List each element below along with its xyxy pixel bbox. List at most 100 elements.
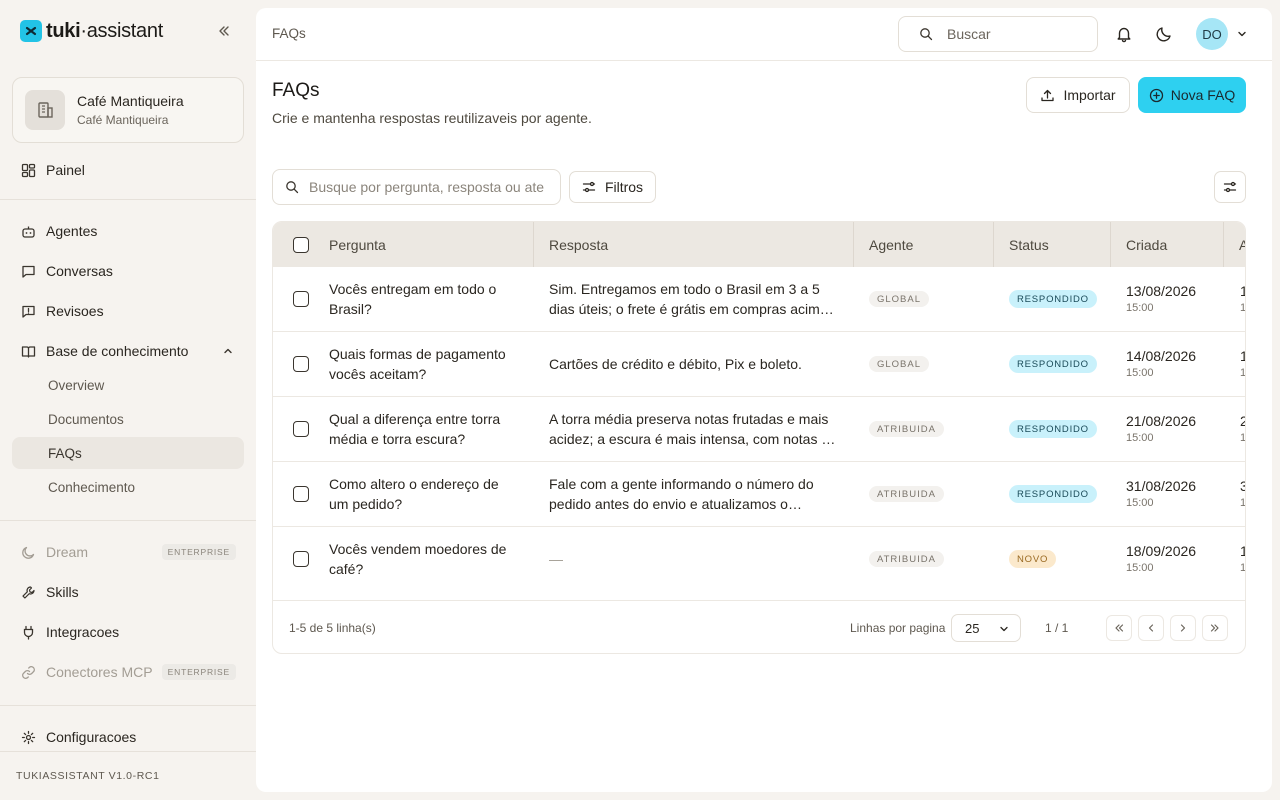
header-status[interactable]: Status bbox=[993, 222, 1110, 267]
settings-sliders-icon bbox=[1223, 180, 1237, 194]
sidebar: tuki·assistant Café Mantiqueira Café Man… bbox=[0, 0, 256, 800]
status-badge: RESPONDIDO bbox=[1009, 355, 1097, 373]
filters-button[interactable]: Filtros bbox=[569, 171, 656, 203]
status-badge: RESPONDIDO bbox=[1009, 290, 1097, 308]
rows-per-page-value: 25 bbox=[965, 620, 980, 636]
nav-sub-conhecimento[interactable]: Conhecimento bbox=[12, 471, 244, 503]
row-checkbox[interactable] bbox=[293, 551, 309, 567]
chevron-down-icon[interactable] bbox=[1230, 22, 1254, 46]
nav-dream[interactable]: Dream ENTERPRISE bbox=[12, 536, 244, 568]
clipped-cell-sub: 1 bbox=[1240, 497, 1246, 509]
answer-text: A torra média preserva notas frutadas e … bbox=[549, 411, 837, 447]
next-page-button[interactable] bbox=[1170, 615, 1196, 641]
gear-icon bbox=[20, 729, 36, 745]
table-row[interactable]: Vocês entregam em todo o Brasil? Sim. En… bbox=[273, 267, 1246, 332]
status-badge: RESPONDIDO bbox=[1009, 420, 1097, 438]
faq-search-input[interactable]: Busque por pergunta, resposta ou ate bbox=[272, 169, 561, 205]
header-pergunta[interactable]: Pergunta bbox=[313, 222, 533, 267]
brand-logo[interactable]: tuki·assistant bbox=[20, 18, 163, 44]
header-criada[interactable]: Criada bbox=[1110, 222, 1223, 267]
nav-agentes[interactable]: Agentes bbox=[12, 215, 244, 247]
global-search-placeholder: Buscar bbox=[947, 26, 991, 42]
nav-painel-label: Painel bbox=[46, 162, 85, 178]
filters-label: Filtros bbox=[604, 179, 644, 195]
building-icon bbox=[25, 90, 65, 130]
nav-integracoes[interactable]: Integracoes bbox=[12, 616, 244, 648]
clipped-cell: 1 bbox=[1240, 543, 1245, 559]
collapse-sidebar-icon[interactable] bbox=[214, 21, 234, 41]
agent-badge: GLOBAL bbox=[869, 356, 930, 372]
new-faq-label: Nova FAQ bbox=[1170, 87, 1236, 103]
chat-icon bbox=[20, 263, 36, 279]
breadcrumb[interactable]: FAQs bbox=[272, 26, 306, 41]
review-icon bbox=[20, 303, 36, 319]
link-icon bbox=[20, 664, 36, 680]
brand-name-rest: ·assistant bbox=[80, 19, 163, 42]
answer-text: — bbox=[549, 551, 563, 567]
agent-badge: ATRIBUIDA bbox=[869, 486, 944, 502]
nav-sub-documentos[interactable]: Documentos bbox=[12, 403, 244, 435]
last-page-button[interactable] bbox=[1202, 615, 1228, 641]
nav-base-label: Base de conhecimento bbox=[46, 343, 189, 359]
column-settings-button[interactable] bbox=[1214, 171, 1246, 203]
first-page-button[interactable] bbox=[1106, 615, 1132, 641]
status-badge: RESPONDIDO bbox=[1009, 485, 1097, 503]
chevron-left-icon bbox=[1145, 622, 1157, 634]
version-label: TUKIASSISTANT V1.0-RC1 bbox=[16, 770, 160, 782]
nav-base-conhecimento[interactable]: Base de conhecimento bbox=[12, 335, 244, 367]
nav-revisoes[interactable]: Revisoes bbox=[12, 295, 244, 327]
nav-conversas-label: Conversas bbox=[46, 263, 113, 279]
row-checkbox[interactable] bbox=[293, 421, 309, 437]
created-time: 15:00 bbox=[1126, 562, 1154, 574]
chevrons-right-icon bbox=[1209, 622, 1221, 634]
book-icon bbox=[20, 343, 36, 359]
nav-painel[interactable]: Painel bbox=[12, 154, 244, 186]
moon-icon[interactable] bbox=[1152, 22, 1176, 46]
clipped-cell-sub: 1 bbox=[1240, 302, 1246, 314]
created-time: 15:00 bbox=[1126, 497, 1154, 509]
table-row[interactable]: Quais formas de pagamento vocês aceitam?… bbox=[273, 332, 1245, 397]
workspace-switcher[interactable]: Café Mantiqueira Café Mantiqueira bbox=[12, 77, 244, 143]
import-button[interactable]: Importar bbox=[1026, 77, 1130, 113]
enterprise-badge: ENTERPRISE bbox=[161, 664, 236, 680]
brand-name-bold: tuki bbox=[46, 19, 81, 42]
created-time: 15:00 bbox=[1126, 367, 1154, 379]
rows-per-page-select[interactable]: 25 bbox=[951, 614, 1021, 642]
nav-integracoes-label: Integracoes bbox=[46, 624, 120, 640]
wrench-icon bbox=[20, 584, 36, 600]
row-checkbox[interactable] bbox=[293, 291, 309, 307]
workspace-name: Café Mantiqueira bbox=[77, 93, 184, 109]
header-agente[interactable]: Agente bbox=[853, 222, 993, 267]
table-header: Pergunta Resposta Agente Status Criada A bbox=[273, 222, 1245, 267]
row-checkbox[interactable] bbox=[293, 486, 309, 502]
nav-conectores-mcp[interactable]: Conectores MCP ENTERPRISE bbox=[12, 656, 244, 688]
new-faq-button[interactable]: Nova FAQ bbox=[1138, 77, 1246, 113]
prev-page-button[interactable] bbox=[1138, 615, 1164, 641]
table-row[interactable]: Qual a diferença entre torra média e tor… bbox=[273, 397, 1245, 462]
nav-skills[interactable]: Skills bbox=[12, 576, 244, 608]
table-row[interactable]: Vocês vendem moedores de café? — ATRIBUI… bbox=[273, 527, 1245, 601]
table-row[interactable]: Como altero o endereço de um pedido? Fal… bbox=[273, 462, 1246, 527]
question-text: Como altero o endereço de um pedido? bbox=[329, 476, 499, 512]
import-label: Importar bbox=[1063, 87, 1116, 103]
created-time: 15:00 bbox=[1126, 302, 1154, 314]
nav-configuracoes[interactable]: Configuracoes bbox=[12, 721, 244, 753]
main-panel: FAQs Buscar DO FAQs Crie e mantenha resp… bbox=[256, 8, 1272, 792]
header-resposta[interactable]: Resposta bbox=[533, 222, 853, 267]
nav-sub-faqs[interactable]: FAQs bbox=[12, 437, 244, 469]
sidebar-divider bbox=[0, 520, 256, 521]
search-icon bbox=[285, 180, 299, 194]
nav-sub-overview[interactable]: Overview bbox=[12, 369, 244, 401]
answer-text: Fale com a gente informando o número do … bbox=[549, 476, 814, 512]
global-search-input[interactable]: Buscar bbox=[898, 16, 1098, 52]
header-clipped[interactable]: A bbox=[1223, 222, 1245, 267]
nav-conversas[interactable]: Conversas bbox=[12, 255, 244, 287]
chevrons-left-icon bbox=[1113, 622, 1125, 634]
created-time: 15:00 bbox=[1126, 432, 1154, 444]
clipped-cell: 3 bbox=[1240, 478, 1245, 494]
row-checkbox[interactable] bbox=[293, 356, 309, 372]
bot-icon bbox=[20, 223, 36, 239]
user-avatar[interactable]: DO bbox=[1196, 18, 1228, 50]
bell-icon[interactable] bbox=[1112, 22, 1136, 46]
select-all-checkbox[interactable] bbox=[293, 237, 309, 253]
